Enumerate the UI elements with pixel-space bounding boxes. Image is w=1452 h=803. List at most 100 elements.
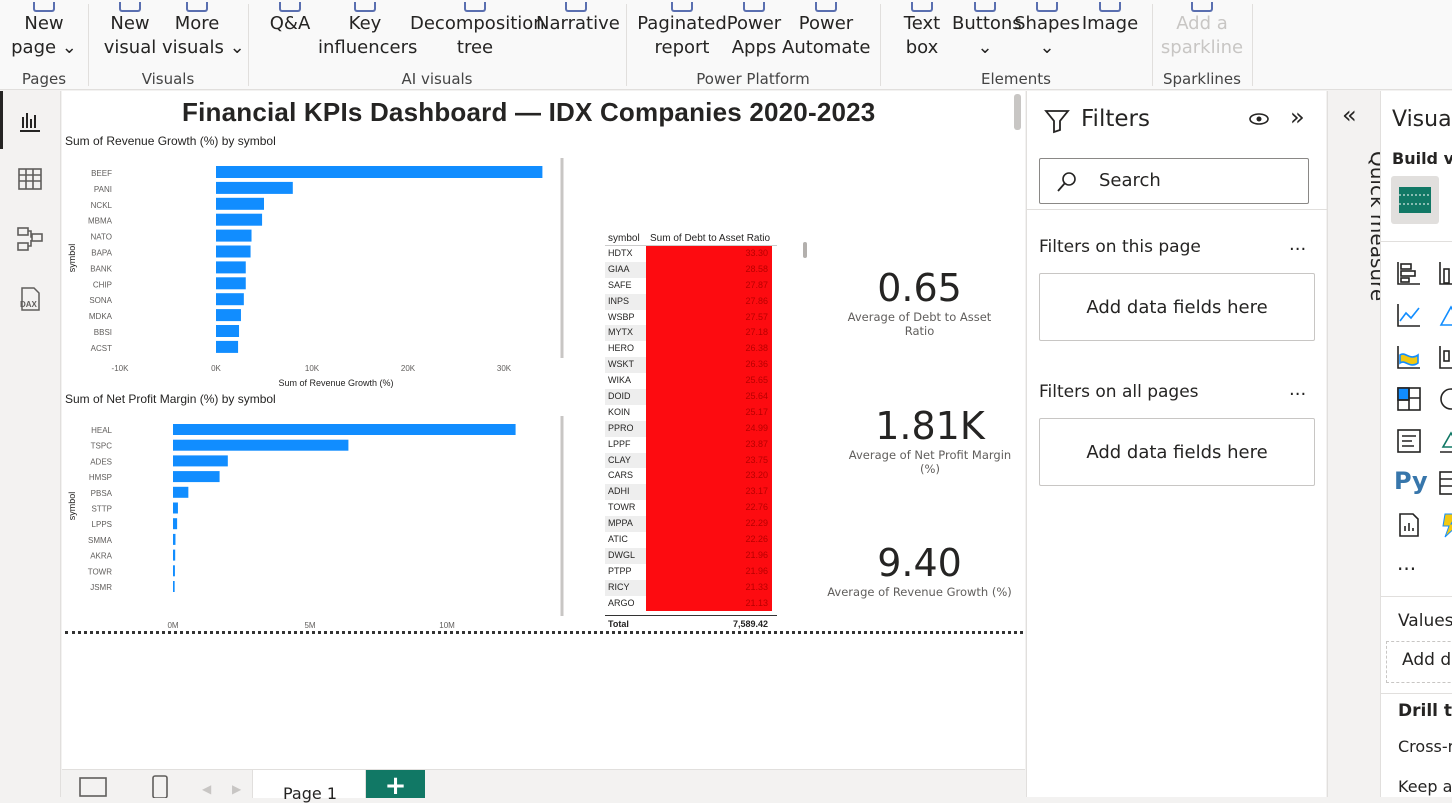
power-automate-button[interactable]: Power Automate	[782, 2, 871, 60]
table-row[interactable]: TOWR 22.76	[605, 500, 777, 517]
table-row[interactable]: INPS 27.86	[605, 293, 777, 310]
table-row[interactable]: MYTX 27.18	[605, 325, 777, 342]
build-visual-button[interactable]	[1391, 176, 1439, 224]
table-row[interactable]: HDTX 33.30	[605, 246, 777, 262]
new-visual-button[interactable]: New visual	[100, 2, 160, 60]
more-visuals-button[interactable]: More visuals ⌄	[162, 2, 245, 60]
kpi-visual-icon[interactable]	[1437, 427, 1452, 455]
kpi-card-debt-to-asset[interactable]: 0.65 Average of Debt to Asset Ratio	[832, 266, 1007, 338]
report-view-icon[interactable]	[16, 107, 44, 135]
table-row[interactable]: PTPP 21.96	[605, 563, 777, 580]
table-row[interactable]: DOID 25.64	[605, 389, 777, 405]
desktop-layout-icon[interactable]	[78, 776, 108, 798]
table-row[interactable]: ADHI 23.17	[605, 484, 777, 501]
bar-tspc[interactable]	[173, 439, 349, 451]
buttons-button[interactable]: Buttons ⌄	[952, 2, 1022, 60]
next-page-arrow-icon[interactable]: ▶	[232, 782, 241, 796]
table-row[interactable]: DWGL 21.96	[605, 547, 777, 564]
area-chart-icon[interactable]	[1437, 301, 1452, 329]
bar-pani[interactable]	[216, 181, 293, 194]
revenue-growth-bar-chart[interactable]: BEEF PANI NCKL MBMA NATO BAPA BANK CHIP SONA MDKA…	[62, 153, 572, 393]
net-profit-margin-bar-chart[interactable]: HEAL TSPC ADES HMSP PBSA STTP LPPS SMMA AKRA TOWR…	[62, 411, 572, 636]
table-row[interactable]: MPPA 22.29	[605, 516, 777, 533]
expand-pane-icon[interactable]: «	[1342, 101, 1357, 129]
stacked-column-chart-icon[interactable]	[1437, 259, 1452, 287]
dax-query-view-icon[interactable]: DAX	[16, 285, 44, 313]
debt-to-asset-table[interactable]: symbol Sum of Debt to Asset Ratio HDTX 33…	[605, 232, 777, 631]
table-row[interactable]: GIAA 28.58	[605, 261, 777, 278]
bar-sttp[interactable]	[173, 502, 178, 514]
line-chart-icon[interactable]	[1395, 301, 1423, 329]
waterfall-chart-icon[interactable]	[1437, 343, 1452, 371]
more-options-icon[interactable]: ...	[1289, 379, 1306, 400]
bar-hmsp[interactable]	[173, 471, 220, 483]
table-row[interactable]: KOIN 25.17	[605, 404, 777, 421]
kpi-card-revenue-growth[interactable]: 9.40 Average of Revenue Growth (%)	[827, 541, 1012, 599]
bar-bapa[interactable]	[216, 245, 251, 258]
report-visual-icon[interactable]	[1395, 511, 1423, 539]
canvas-scrollbar[interactable]	[1014, 94, 1021, 130]
table-view-icon[interactable]	[16, 165, 44, 193]
bar-pbsa[interactable]	[173, 486, 189, 498]
smart-narrative-icon[interactable]	[1395, 427, 1423, 455]
shapes-button[interactable]: Shapes ⌄	[1014, 2, 1080, 60]
bar-bbsi[interactable]	[216, 325, 240, 337]
qa-button[interactable]: Q&A	[262, 2, 318, 36]
narrative-button[interactable]: Narrative	[536, 2, 620, 36]
table-row[interactable]: SAFE 27.87	[605, 277, 777, 294]
add-page-button[interactable]: +	[366, 770, 425, 801]
table-row[interactable]: WSBP 27.57	[605, 309, 777, 326]
bar-towr[interactable]	[173, 565, 175, 577]
values-drop-zone[interactable]: Add da	[1386, 641, 1452, 683]
bar-akra[interactable]	[173, 549, 176, 561]
bar-mdka[interactable]	[216, 309, 241, 322]
bar-lpps[interactable]	[173, 518, 178, 530]
power-apps-button[interactable]: Power Apps	[726, 2, 782, 60]
eye-icon[interactable]	[1247, 109, 1271, 129]
bar-chip[interactable]	[216, 277, 246, 290]
paginated-report-button[interactable]: Paginated report	[636, 2, 728, 60]
bar-nato[interactable]	[216, 229, 252, 242]
bar-beef[interactable]	[216, 166, 543, 178]
table-row[interactable]: CARS 23.20	[605, 468, 777, 485]
decomposition-tree-button[interactable]: Decomposition tree	[410, 2, 545, 60]
tab-page-1[interactable]: Page 1	[252, 770, 366, 802]
bar-mbma[interactable]	[216, 213, 263, 226]
mobile-layout-icon[interactable]	[150, 774, 170, 798]
table-row[interactable]: HERO 26.38	[605, 341, 777, 358]
table-row[interactable]: ARGO 21.13	[605, 595, 777, 612]
filters-search-input[interactable]: Search	[1039, 158, 1309, 204]
this-page-drop-zone[interactable]: Add data fields here	[1039, 273, 1315, 341]
power-automate-visual-icon[interactable]	[1437, 511, 1452, 539]
table-row[interactable]: WIKA 25.65	[605, 373, 777, 390]
table-row[interactable]: LPPF 23.87	[605, 436, 777, 453]
table-row[interactable]: PPRO 24.99	[605, 420, 777, 437]
add-sparkline-button[interactable]: Add a sparkline	[1160, 2, 1244, 60]
prev-page-arrow-icon[interactable]: ◀	[202, 782, 211, 796]
map-icon[interactable]	[1437, 385, 1452, 413]
build-visual-tab[interactable]: Build vi	[1392, 149, 1452, 168]
table-scrollbar[interactable]	[803, 242, 807, 258]
kpi-card-net-profit-margin[interactable]: 1.81K Average of Net Profit Margin (%)	[845, 404, 1015, 476]
table-col-debt-to-asset[interactable]: Sum of Debt to Asset Ratio	[646, 232, 772, 245]
table-col-symbol[interactable]: symbol	[605, 232, 646, 245]
bar-sona[interactable]	[216, 293, 244, 306]
collapse-filters-icon[interactable]: »	[1290, 103, 1305, 131]
all-pages-drop-zone[interactable]: Add data fields here	[1039, 418, 1315, 486]
table-row[interactable]: ATIC 22.26	[605, 532, 777, 548]
more-options-icon[interactable]: ...	[1289, 234, 1306, 255]
bar-bank[interactable]	[216, 261, 246, 274]
text-box-button[interactable]: Text box	[896, 2, 948, 60]
image-button[interactable]: Image	[1080, 2, 1140, 36]
bar-acst[interactable]	[216, 340, 239, 353]
table-row[interactable]: WSKT 26.36	[605, 357, 777, 374]
more-visuals-icon[interactable]: ...	[1397, 551, 1416, 575]
bar-jsmr[interactable]	[173, 581, 175, 592]
model-view-icon[interactable]	[16, 225, 44, 253]
bar-nckl[interactable]	[216, 197, 264, 210]
stacked-bar-chart-icon[interactable]	[1395, 259, 1423, 287]
report-canvas[interactable]: Financial KPIs Dashboard — IDX Companies…	[62, 91, 1025, 769]
key-influencers-button[interactable]: Key influencers	[318, 2, 417, 60]
python-visual-icon[interactable]: Py	[1394, 467, 1428, 495]
ribbon-chart-icon[interactable]	[1395, 343, 1423, 371]
